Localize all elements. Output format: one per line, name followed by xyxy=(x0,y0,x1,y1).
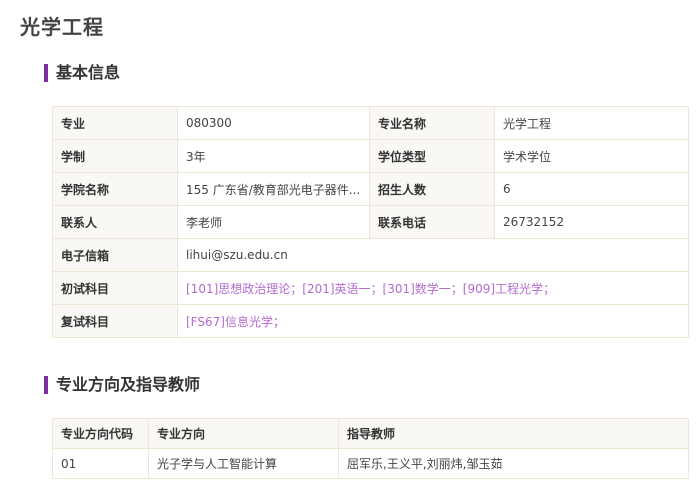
directions-table: 专业方向代码 专业方向 指导教师 01 光子学与人工智能计算 屈军乐,王义平,刘… xyxy=(52,418,689,479)
field-value: 李老师 xyxy=(177,205,370,239)
field-label: 联系电话 xyxy=(369,205,495,239)
direction-code: 01 xyxy=(52,448,149,479)
direction-name: 光子学与人工智能计算 xyxy=(148,448,339,479)
field-value: 光学工程 xyxy=(494,106,689,140)
basic-info-table: 专业 080300 专业名称 光学工程 学制 3年 学位类型 学术学位 学院名称… xyxy=(52,106,689,338)
table-row: 初试科目 [101]思想政治理论；[201]英语一；[301]数学一；[909]… xyxy=(52,271,689,305)
field-label: 学院名称 xyxy=(52,172,178,206)
table-row: 01 光子学与人工智能计算 屈军乐,王义平,刘丽炜,邹玉茹 xyxy=(52,448,689,479)
direction-teachers: 屈军乐,王义平,刘丽炜,邹玉茹 xyxy=(338,448,689,479)
table-row: 联系人 李老师 联系电话 26732152 xyxy=(52,205,689,239)
page-title: 光学工程 xyxy=(20,15,104,39)
retest-subjects-link[interactable]: [FS67]信息光学； xyxy=(177,304,689,338)
section-title-directions: 专业方向及指导教师 xyxy=(44,376,200,394)
field-value-college: 155 广东省/教育部光电子器件... xyxy=(177,172,370,206)
table-header-row: 专业方向代码 专业方向 指导教师 xyxy=(52,418,689,449)
table-row: 学院名称 155 广东省/教育部光电子器件... 招生人数 6 xyxy=(52,172,689,206)
field-label: 专业名称 xyxy=(369,106,495,140)
email-value: lihui@szu.edu.cn xyxy=(177,238,689,272)
field-value: 学术学位 xyxy=(494,139,689,173)
field-value: 080300 xyxy=(177,106,370,140)
prelim-subjects-link[interactable]: [101]思想政治理论；[201]英语一；[301]数学一；[909]工程光学； xyxy=(177,271,689,305)
field-label: 学位类型 xyxy=(369,139,495,173)
table-row: 专业 080300 专业名称 光学工程 xyxy=(52,106,689,140)
field-label: 专业 xyxy=(52,106,178,140)
field-label: 招生人数 xyxy=(369,172,495,206)
field-label: 联系人 xyxy=(52,205,178,239)
field-label: 复试科目 xyxy=(52,304,178,338)
field-label: 电子信箱 xyxy=(52,238,178,272)
column-header-teachers: 指导教师 xyxy=(338,418,689,449)
table-row: 复试科目 [FS67]信息光学； xyxy=(52,304,689,338)
column-header-direction: 专业方向 xyxy=(148,418,339,449)
section-title-basic-info: 基本信息 xyxy=(44,64,120,82)
field-label: 初试科目 xyxy=(52,271,178,305)
table-row: 学制 3年 学位类型 学术学位 xyxy=(52,139,689,173)
table-row: 电子信箱 lihui@szu.edu.cn xyxy=(52,238,689,272)
field-value: 6 xyxy=(494,172,689,206)
field-label: 学制 xyxy=(52,139,178,173)
field-value: 3年 xyxy=(177,139,370,173)
column-header-code: 专业方向代码 xyxy=(52,418,149,449)
field-value: 26732152 xyxy=(494,205,689,239)
